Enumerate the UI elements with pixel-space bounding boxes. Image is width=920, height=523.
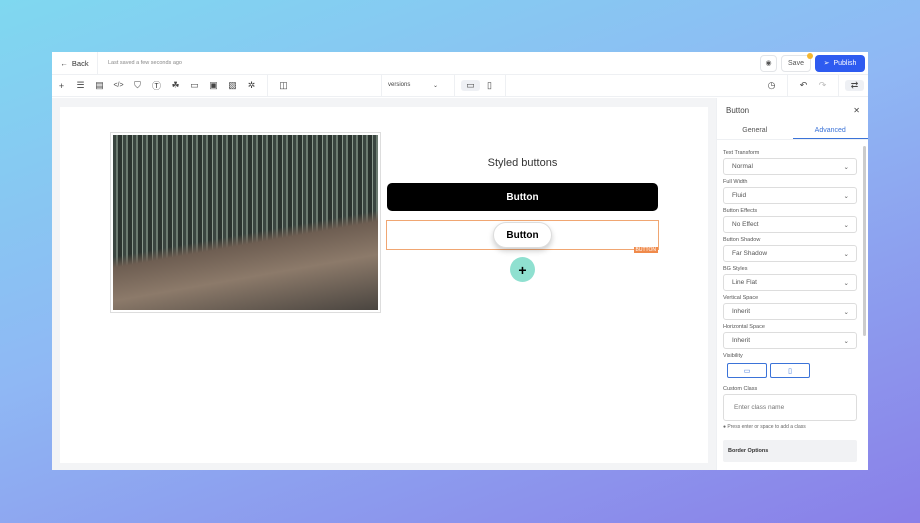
history-icon[interactable]: ◷	[762, 80, 781, 91]
field-dropdown[interactable]: Normal ⌄	[723, 158, 857, 175]
page: Styled buttons Button Button BUTTON +	[60, 107, 708, 463]
tab-general[interactable]: General	[717, 122, 793, 139]
page-icon[interactable]: ▤	[90, 80, 109, 91]
canvas: Styled buttons Button Button BUTTON +	[52, 98, 716, 470]
divider	[505, 74, 506, 97]
field-label: BG Styles	[723, 266, 748, 272]
image-block[interactable]	[110, 132, 381, 313]
field-dropdown[interactable]: No Effect ⌄	[723, 216, 857, 233]
back-button[interactable]: ← Back	[52, 52, 98, 74]
desktop-icon[interactable]: ▭	[461, 80, 480, 91]
shapes-icon[interactable]: ☘	[166, 80, 185, 91]
mobile-icon[interactable]: ▯	[480, 80, 499, 91]
field-value: Inherit	[732, 337, 751, 344]
layers-icon[interactable]: ☰	[71, 80, 90, 91]
divider	[787, 74, 788, 97]
custom-class-hint: ● Press enter or space to add a class	[723, 424, 868, 430]
chevron-down-icon: ⌄	[843, 163, 849, 171]
black-button[interactable]: Button	[387, 183, 658, 211]
preview-button[interactable]: ◉	[760, 54, 777, 72]
divider	[381, 74, 382, 97]
toolbar: + ☰ ▤ </> ⛉ Ⓣ ☘ ▭ ▣ ▧ ✲ ◫ versions ⌄ ▭ ▯ …	[52, 74, 868, 97]
last-saved-status: Last saved a few seconds ago	[108, 60, 182, 66]
editor-window: ← Back Last saved a few seconds ago ◉ Sav…	[52, 52, 868, 470]
field-value: No Effect	[732, 221, 759, 228]
bamboo-photo	[113, 135, 378, 310]
form-icon[interactable]: ▣	[204, 80, 223, 91]
send-icon: ➢	[823, 60, 830, 67]
field-label: Vertical Space	[723, 295, 759, 301]
divider	[838, 74, 839, 97]
eye-icon: ◉	[765, 60, 772, 67]
settings-panel: Button ✕ General Advanced Text Transform N…	[716, 98, 868, 470]
paint-icon[interactable]: ⛉	[128, 80, 147, 91]
add-block-button[interactable]: +	[510, 257, 535, 282]
field-label: Button Effects	[723, 208, 758, 214]
save-button[interactable]: Save	[781, 52, 813, 72]
field-value: Fluid	[732, 192, 747, 199]
top-bar: ← Back Last saved a few seconds ago ◉ Sav…	[52, 52, 868, 75]
chevron-down-icon: ⌄	[843, 192, 849, 200]
sliders-icon[interactable]: ⇄	[845, 80, 864, 91]
visibility-desktop-toggle[interactable]: ▭	[727, 363, 767, 378]
unsaved-dot	[807, 52, 813, 59]
visibility-label: Visibility	[723, 353, 743, 359]
field-label: Horizontal Space	[723, 324, 765, 330]
field-value: Line Flat	[732, 279, 757, 286]
field-label: Button Shadow	[723, 237, 761, 243]
redo-icon[interactable]: ↷	[813, 80, 832, 91]
field-dropdown[interactable]: Fluid ⌄	[723, 187, 857, 204]
panel-title: Button	[726, 105, 750, 115]
columns-icon[interactable]: ◫	[274, 80, 293, 91]
publish-button[interactable]: ➢ Publish	[815, 54, 865, 72]
visibility-mobile-toggle[interactable]: ▯	[770, 363, 810, 378]
versions-label: versions	[388, 82, 411, 88]
panel-scrollbar[interactable]	[863, 146, 866, 336]
publish-label: Publish	[833, 59, 857, 67]
arrow-left-icon: ←	[60, 58, 68, 68]
field-value: Inherit	[732, 308, 751, 315]
back-label: Back	[71, 58, 89, 68]
custom-class-input[interactable]: Enter class name	[723, 394, 857, 421]
chevron-down-icon: ⌄	[843, 250, 849, 258]
divider	[454, 74, 455, 97]
tab-advanced[interactable]: Advanced	[792, 122, 868, 139]
settings-icon[interactable]: ✲	[242, 80, 261, 91]
field-label: Text Transform	[723, 150, 760, 156]
chevron-down-icon: ⌄	[843, 221, 849, 229]
chevron-down-icon: ⌄	[843, 308, 849, 316]
versions-dropdown[interactable]: versions ⌄	[388, 82, 448, 89]
info-icon: ●	[723, 424, 727, 430]
heading: Styled buttons	[487, 157, 558, 169]
chevron-down-icon: ⌄	[843, 279, 849, 287]
shadow-button[interactable]: Button	[493, 222, 552, 248]
field-dropdown[interactable]: Inherit ⌄	[723, 303, 857, 320]
custom-class-label: Custom Class	[723, 386, 758, 392]
field-dropdown[interactable]: Far Shadow ⌄	[723, 245, 857, 262]
code-icon[interactable]: </>	[109, 82, 128, 89]
field-value: Far Shadow	[732, 250, 768, 257]
undo-icon[interactable]: ↶	[794, 80, 813, 91]
custom-class-placeholder: Enter class name	[734, 404, 785, 411]
selected-button-block[interactable]: Button BUTTON	[386, 220, 659, 253]
terminal-icon[interactable]: ▧	[223, 80, 242, 91]
border-options-section[interactable]: Border Options	[723, 440, 857, 462]
chevron-down-icon: ⌄	[843, 337, 849, 345]
selection-tag: BUTTON	[633, 247, 658, 253]
close-icon[interactable]: ✕	[853, 106, 860, 115]
save-label: Save	[788, 59, 804, 67]
hint-text: Press enter or space to add a class	[727, 424, 806, 430]
field-dropdown[interactable]: Line Flat ⌄	[723, 274, 857, 291]
divider	[267, 74, 268, 97]
chevron-down-icon: ⌄	[432, 83, 438, 89]
field-dropdown[interactable]: Inherit ⌄	[723, 332, 857, 349]
field-value: Normal	[732, 163, 753, 170]
field-label: Full Width	[723, 179, 748, 185]
text-icon[interactable]: Ⓣ	[147, 79, 166, 92]
window-icon[interactable]: ▭	[185, 80, 204, 91]
plus-icon[interactable]: +	[52, 81, 71, 91]
